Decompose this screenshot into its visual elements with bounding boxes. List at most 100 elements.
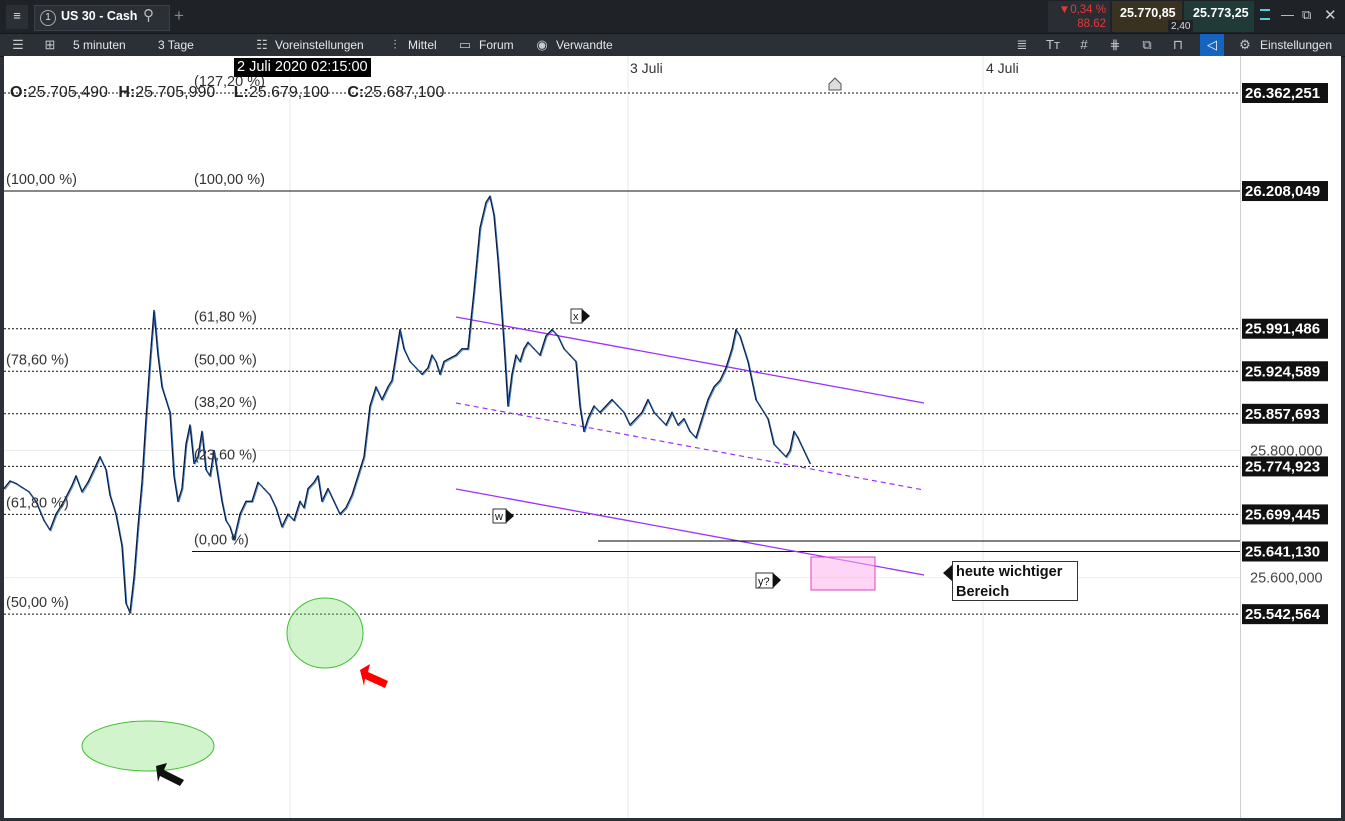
price-point <box>511 373 513 375</box>
price-point <box>731 348 733 350</box>
fib-level-label: (50,00 %) <box>6 595 69 611</box>
price-point <box>523 348 525 350</box>
price-point <box>141 481 143 483</box>
annotation-line-2: Bereich <box>956 584 1010 600</box>
price-point <box>461 348 463 350</box>
low-label: L: <box>233 84 249 101</box>
price-point <box>677 424 679 426</box>
price-level-label: 25.542,564 <box>1245 606 1321 623</box>
price-point <box>455 354 457 356</box>
price-point <box>251 500 253 502</box>
price-point <box>173 475 175 477</box>
price-point <box>557 335 559 337</box>
price-point <box>789 449 791 452</box>
price-point <box>507 405 509 407</box>
date-tick-label: 4 Juli <box>986 60 1019 76</box>
price-point <box>623 411 625 413</box>
price-point <box>793 430 795 433</box>
price-point <box>327 488 329 490</box>
price-point <box>587 418 589 420</box>
price-point <box>303 507 305 509</box>
fib-level-label: (23,60 %) <box>194 447 257 463</box>
price-point <box>629 424 631 426</box>
price-point <box>563 348 565 350</box>
price-point <box>735 329 737 331</box>
price-point <box>287 513 289 515</box>
price-point <box>43 519 45 522</box>
price-level-tag: 25.924,589 <box>1242 361 1328 382</box>
price-point <box>725 367 727 369</box>
low-circle-mid <box>286 597 364 669</box>
fib-level-label: (61,80 %) <box>194 310 257 326</box>
price-point <box>145 418 147 420</box>
price-point <box>387 386 389 388</box>
price-point <box>489 195 491 197</box>
price-point <box>599 411 601 413</box>
price-level-label: 26.362,251 <box>1245 85 1320 102</box>
price-point <box>321 500 323 502</box>
price-point <box>683 418 685 420</box>
price-point <box>821 0 823 1</box>
price-point <box>381 399 383 401</box>
fib-level-label: (78,60 %) <box>6 352 69 368</box>
channel-upper-line <box>455 316 925 404</box>
target-zone <box>810 556 876 591</box>
price-point <box>281 526 283 528</box>
fib-level-label: (50,00 %) <box>194 352 257 368</box>
price-point <box>439 373 441 375</box>
price-point <box>115 513 117 515</box>
price-point <box>129 612 131 614</box>
open-label: O: <box>10 84 28 101</box>
price-point <box>99 456 101 458</box>
price-point <box>473 290 475 293</box>
price-point <box>743 348 745 350</box>
price-point <box>815 0 817 1</box>
home-marker-icon <box>828 77 842 91</box>
price-point <box>409 360 411 363</box>
price-level-label: 26.208,049 <box>1245 183 1320 200</box>
price-point <box>333 500 335 502</box>
fib-level-label: (100,00 %) <box>194 172 265 188</box>
price-point <box>345 507 347 509</box>
price-point <box>479 227 481 229</box>
annotation-line-1: heute wichtiger <box>956 564 1063 580</box>
price-point <box>779 449 781 452</box>
open-value: 25.705,490 <box>27 84 108 101</box>
price-point <box>803 449 805 452</box>
price-point <box>391 379 393 382</box>
price-level-tag: 26.208,049 <box>1242 181 1328 202</box>
wave-label-x: x <box>570 308 590 324</box>
price-point <box>575 360 577 363</box>
price-point <box>539 354 541 356</box>
fib-label-layer: (127,20 %)(100,00 %) (100,00 %)(61,80 %)(… <box>6 74 265 611</box>
price-point <box>809 462 811 464</box>
grid-layer <box>4 56 1240 818</box>
price-point <box>293 519 295 522</box>
price-point <box>263 488 265 490</box>
price-level-label: 25.924,589 <box>1245 363 1320 380</box>
price-point <box>229 526 231 528</box>
price-point <box>221 500 223 502</box>
price-point <box>161 386 163 388</box>
high-value: 25.705,990 <box>135 84 216 101</box>
price-point <box>827 0 829 1</box>
close-value: 25.687,100 <box>364 84 445 101</box>
price-point <box>719 379 721 382</box>
high-label: H: <box>118 84 136 101</box>
price-point <box>93 468 95 471</box>
price-point <box>551 329 553 331</box>
price-point <box>569 354 571 356</box>
price-point <box>177 500 179 502</box>
price-point <box>205 468 207 471</box>
price-point <box>357 475 359 477</box>
price-level-tag: 26.362,251 <box>1242 83 1328 103</box>
channel-mid-line <box>455 402 925 491</box>
price-series-line <box>3 195 811 614</box>
price-point <box>467 348 469 350</box>
price-point <box>28 491 30 493</box>
price-chart[interactable]: (127,20 %)(100,00 %) (100,00 %)(61,80 %)(… <box>0 0 1345 821</box>
price-point <box>421 373 423 375</box>
price-point <box>169 411 171 413</box>
price-point <box>75 475 77 477</box>
price-point <box>81 491 83 493</box>
